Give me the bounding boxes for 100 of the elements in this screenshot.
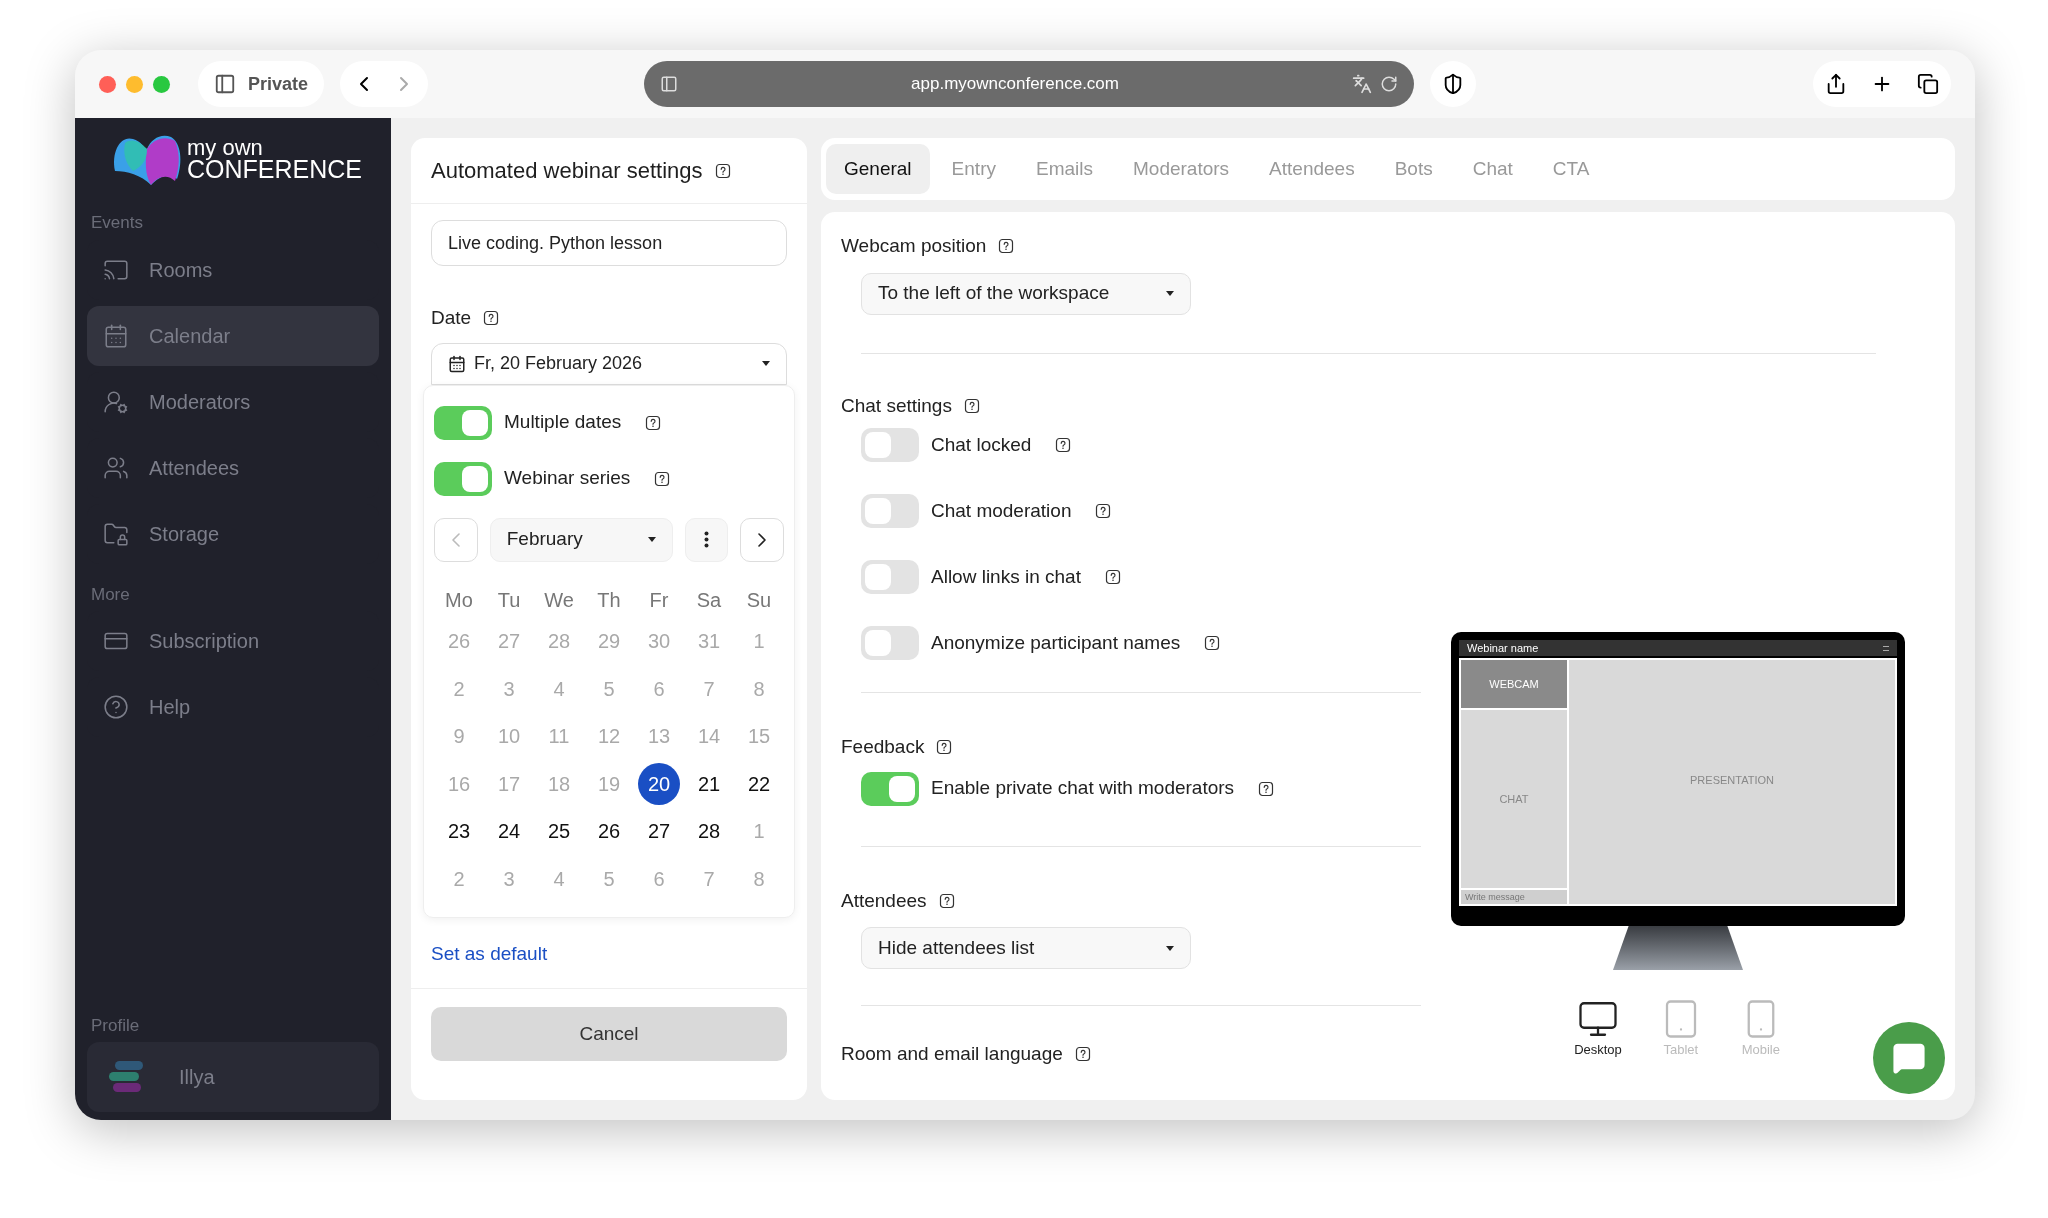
help-icon[interactable] (483, 310, 500, 327)
calendar-day[interactable]: 25 (538, 810, 580, 853)
section-label: Room and email language (841, 1042, 1063, 1066)
menu-icon (1883, 645, 1889, 651)
calendar-day: 8 (738, 857, 780, 900)
caret-icon (1166, 291, 1174, 296)
calendar-day[interactable]: 23 (438, 810, 480, 853)
calendar-day: 6 (638, 857, 680, 900)
calendar-day: 10 (488, 715, 530, 758)
calendar-day: 4 (538, 857, 580, 900)
toggle-switch[interactable] (861, 494, 919, 528)
calendar-day: 31 (688, 620, 730, 663)
calendar-day: 2 (438, 857, 480, 900)
webcam-position-select[interactable]: To the left of the workspace (861, 272, 1191, 315)
calendar-day: 8 (738, 667, 780, 710)
help-icon[interactable] (936, 739, 953, 756)
help-icon[interactable] (1074, 1046, 1091, 1063)
caret-icon (762, 361, 770, 366)
close-window-icon[interactable] (99, 75, 116, 93)
share-icon[interactable] (1825, 73, 1847, 95)
calendar-day[interactable]: 20 (638, 762, 680, 805)
translate-icon[interactable] (1352, 74, 1373, 94)
calendar-day: 26 (438, 620, 480, 663)
toggle-switch[interactable] (434, 405, 492, 440)
help-icon[interactable] (1055, 437, 1072, 453)
toggle-label: Chat locked (931, 432, 1032, 457)
calendar-day: 12 (588, 715, 630, 758)
calendar-day[interactable]: 26 (588, 810, 630, 853)
calendar-day: 7 (688, 857, 730, 900)
chat-icon (1892, 1041, 1926, 1075)
help-icon[interactable] (714, 162, 731, 179)
preview-title: Webinar name (1467, 642, 1539, 654)
section-label: Events (90, 212, 144, 234)
calendar-day: 3 (488, 857, 530, 900)
chevron-right-icon (758, 532, 767, 547)
calendar-day: 17 (488, 762, 530, 805)
folder-icon (103, 520, 129, 547)
calendar-icon (103, 322, 129, 349)
profile-button[interactable]: Private (198, 61, 325, 107)
help-icon[interactable] (654, 470, 671, 487)
date-select[interactable]: Fr, 20 February 2026 (431, 342, 787, 385)
section-label: Feedback (841, 735, 925, 759)
help-icon[interactable] (1095, 503, 1112, 519)
field-label: Date (431, 306, 472, 330)
calendar-day[interactable]: 21 (688, 762, 730, 805)
help-icon[interactable] (938, 892, 955, 909)
calendar-day[interactable]: 28 (688, 810, 730, 853)
help-icon (103, 694, 129, 720)
toggle-switch[interactable] (861, 771, 919, 806)
tabs-icon[interactable] (1917, 73, 1939, 95)
calendar-day: 5 (588, 667, 630, 710)
calendar-day: 7 (688, 667, 730, 710)
message-field: Write message (1461, 890, 1567, 904)
caret-icon (1166, 945, 1174, 951)
calendar-day: 4 (538, 667, 580, 710)
toggle-label: Allow links in chat (931, 564, 1081, 589)
tab[interactable]: General (826, 144, 930, 194)
toggle-label: Multiple dates (504, 410, 622, 435)
toggle-switch[interactable] (861, 428, 919, 462)
chat-area: CHAT (1461, 710, 1567, 888)
calendar-day: 5 (588, 857, 630, 900)
section-label: More (90, 583, 131, 606)
address-bar[interactable]: app.myownconference.com (644, 61, 1415, 107)
calendar-day[interactable]: 27 (638, 810, 680, 853)
month-select[interactable]: February (489, 517, 673, 562)
calendar-day: 1 (738, 620, 780, 663)
cancel-button[interactable]: Cancel (431, 1007, 787, 1061)
toggle-switch[interactable] (861, 560, 919, 594)
toggle-switch[interactable] (861, 626, 919, 660)
calendar-day: 28 (538, 620, 580, 663)
calendar-day: 19 (588, 762, 630, 805)
calendar-day: 16 (438, 762, 480, 805)
weekday-label: Th (596, 587, 622, 613)
reload-icon[interactable] (1380, 75, 1399, 93)
name-field[interactable]: Live coding. Python lesson (431, 220, 787, 266)
panel-title: Automated webinar settings (431, 157, 703, 185)
help-icon[interactable] (1204, 635, 1221, 651)
help-icon[interactable] (645, 414, 662, 431)
toggle-label: Anonymize participant names (931, 630, 1181, 655)
profile-item[interactable]: Illya (87, 1042, 379, 1112)
section-label: Webcam position (841, 234, 987, 258)
more-icon (703, 531, 709, 548)
sidebar-icon (214, 73, 236, 95)
toggle-switch[interactable] (434, 461, 492, 496)
calendar-day[interactable]: 22 (738, 762, 780, 805)
toggle-label: Webinar series (504, 466, 631, 491)
calendar-day: 3 (488, 667, 530, 710)
help-icon[interactable] (1104, 569, 1121, 585)
weekday-label: Tu (496, 587, 522, 613)
set-default-link[interactable]: Set as default (431, 942, 548, 964)
device-button[interactable]: Desktop (1574, 998, 1622, 1060)
help-icon[interactable] (1258, 780, 1275, 797)
help-icon[interactable] (998, 238, 1015, 255)
section-label: Attendees (841, 888, 927, 913)
weekday-label: Fr (648, 587, 670, 613)
attendees-select[interactable]: Hide attendees list (861, 927, 1191, 969)
calendar-day: 9 (438, 715, 480, 758)
calendar-day[interactable]: 24 (488, 810, 530, 853)
chevron-left-icon (451, 532, 460, 547)
help-icon[interactable] (963, 397, 980, 414)
